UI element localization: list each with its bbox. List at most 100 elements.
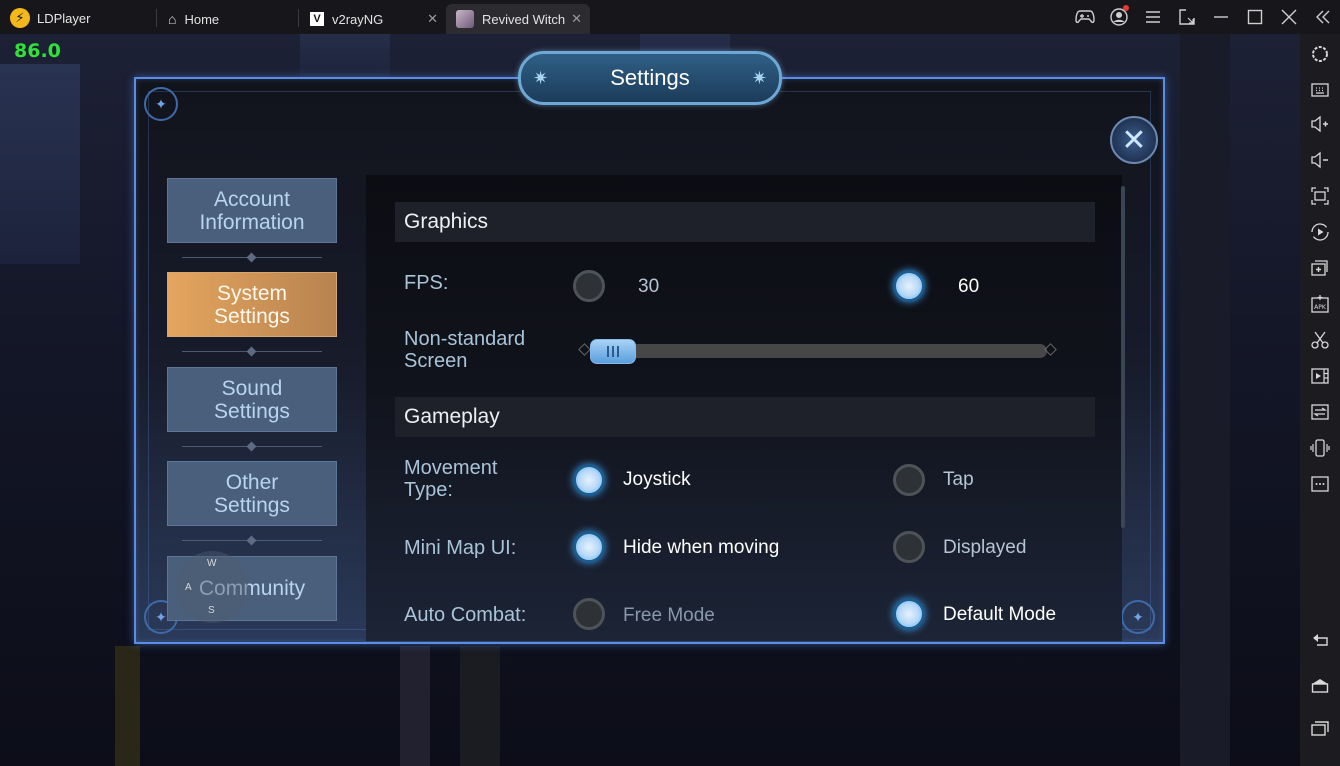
nav-account-information[interactable]: Account Information xyxy=(167,178,337,243)
more-icon[interactable] xyxy=(1300,467,1340,501)
fps-60-label: 60 xyxy=(958,276,980,297)
keyboard-icon[interactable] xyxy=(1300,73,1340,107)
fps-30-label: 30 xyxy=(638,276,660,297)
account-icon[interactable] xyxy=(1102,0,1136,34)
combat-free-radio[interactable] xyxy=(573,598,605,630)
add-window-icon[interactable] xyxy=(1300,251,1340,285)
ldplayer-window: ⚡ LDPlayer ⌂ Home V v2rayNG ✕ Revived Wi… xyxy=(0,0,1340,766)
volume-up-icon[interactable] xyxy=(1300,107,1340,141)
screenshot-icon[interactable] xyxy=(1300,323,1340,357)
key-w: W xyxy=(207,558,217,569)
background-pillar xyxy=(460,646,500,766)
movement-type-label: Movement Type: xyxy=(404,457,498,501)
close-icon[interactable] xyxy=(1272,0,1306,34)
fps-60-radio[interactable] xyxy=(893,270,925,302)
sync-icon[interactable] xyxy=(1300,395,1340,429)
minimap-displayed-radio[interactable] xyxy=(893,531,925,563)
nav-label: Account Information xyxy=(199,187,305,234)
section-graphics: Graphics xyxy=(395,202,1095,242)
settings-title-banner: ✷ Settings ✷ xyxy=(518,51,782,105)
content-scrollbar[interactable] xyxy=(1121,186,1125,528)
background-pillar xyxy=(115,646,140,766)
tab-revived-witch[interactable]: Revived Witch ✕ xyxy=(446,4,590,34)
tab-label: Revived Witch xyxy=(482,11,566,27)
nav-sound-settings[interactable]: Sound Settings xyxy=(167,367,337,432)
notification-dot xyxy=(1123,5,1129,11)
tab-label: v2rayNG xyxy=(332,11,384,27)
slider-thumb[interactable] xyxy=(590,339,636,364)
non-standard-screen-slider[interactable] xyxy=(595,344,1047,358)
movement-tap-label: Tap xyxy=(943,469,974,490)
back-icon[interactable] xyxy=(1300,624,1340,658)
nav-divider xyxy=(172,252,332,263)
movement-tap-radio[interactable] xyxy=(893,464,925,496)
shake-icon[interactable] xyxy=(1300,431,1340,465)
section-gameplay: Gameplay xyxy=(395,397,1095,437)
resize-icon[interactable] xyxy=(1170,0,1204,34)
background-pillar xyxy=(400,646,430,766)
tab-separator xyxy=(156,9,157,27)
background-window xyxy=(0,64,80,264)
close-settings-button[interactable]: ✕ xyxy=(1110,116,1158,164)
screen-fit-icon[interactable] xyxy=(1300,179,1340,213)
nav-other-settings[interactable]: Other Settings xyxy=(167,461,337,526)
tab-separator xyxy=(298,9,299,27)
game-thumbnail-icon xyxy=(456,10,474,28)
maximize-icon[interactable] xyxy=(1238,0,1272,34)
tab-v2rayng[interactable]: V v2rayNG ✕ xyxy=(300,4,446,34)
nav-system-settings[interactable]: System Settings xyxy=(167,272,337,337)
nav-label: Sound Settings xyxy=(214,376,290,423)
collapse-sidebar-icon[interactable] xyxy=(1306,0,1340,34)
star-ornament-icon: ✷ xyxy=(751,68,767,88)
app-name: LDPlayer xyxy=(37,10,91,26)
svg-text:APK: APK xyxy=(1314,304,1327,311)
tab-home[interactable]: ⌂ Home xyxy=(158,4,298,34)
fps-30-radio[interactable] xyxy=(573,270,605,302)
recent-apps-icon[interactable] xyxy=(1300,711,1340,745)
app-logo: ⚡ LDPlayer xyxy=(10,8,90,28)
minimap-hide-label: Hide when moving xyxy=(623,537,780,558)
close-icon: ✕ xyxy=(1121,123,1147,157)
nav-divider xyxy=(172,535,332,546)
ldplayer-logo-icon: ⚡ xyxy=(10,8,30,28)
mini-map-ui-label: Mini Map UI: xyxy=(404,537,517,559)
background-pillar xyxy=(1180,34,1230,766)
home-icon[interactable] xyxy=(1300,668,1340,702)
star-ornament-icon: ✷ xyxy=(533,68,549,88)
menu-icon[interactable] xyxy=(1136,0,1170,34)
gamepad-icon[interactable] xyxy=(1068,0,1102,34)
key-s: S xyxy=(208,605,215,616)
minimize-icon[interactable] xyxy=(1204,0,1238,34)
close-tab-icon[interactable]: ✕ xyxy=(427,11,438,27)
fps-counter: 86.0 xyxy=(14,40,61,62)
nav-label: Other Settings xyxy=(214,470,290,517)
install-apk-icon[interactable]: APK xyxy=(1300,287,1340,321)
window-controls xyxy=(1068,0,1340,34)
combat-default-label: Default Mode xyxy=(943,604,1057,625)
nav-label: System Settings xyxy=(214,281,290,328)
minimap-hide-radio[interactable] xyxy=(573,531,605,563)
nav-divider xyxy=(172,441,332,452)
fps-label: FPS: xyxy=(404,272,449,294)
keymap-joystick-overlay[interactable]: W A S xyxy=(176,551,248,623)
video-icon[interactable] xyxy=(1300,359,1340,393)
record-icon[interactable] xyxy=(1300,215,1340,249)
emulator-sidebar: APK xyxy=(1300,34,1340,766)
key-a: A xyxy=(185,582,192,593)
corner-ornament-icon: ✦ xyxy=(144,87,178,121)
close-tab-icon[interactable]: ✕ xyxy=(571,11,582,27)
minimap-displayed-label: Displayed xyxy=(943,537,1027,558)
movement-joystick-radio[interactable] xyxy=(573,464,605,496)
corner-ornament-icon: ✦ xyxy=(1121,600,1155,634)
settings-icon[interactable] xyxy=(1300,37,1340,71)
movement-joystick-label: Joystick xyxy=(623,469,691,490)
combat-free-label: Free Mode xyxy=(623,605,715,626)
home-icon: ⌂ xyxy=(168,11,177,27)
section-title: Graphics xyxy=(404,210,489,233)
combat-default-radio[interactable] xyxy=(893,598,925,630)
volume-down-icon[interactable] xyxy=(1300,143,1340,177)
nav-divider xyxy=(172,346,332,357)
settings-title: Settings xyxy=(610,65,690,90)
v2rayng-icon: V xyxy=(310,12,324,26)
tab-label: Home xyxy=(184,11,220,27)
